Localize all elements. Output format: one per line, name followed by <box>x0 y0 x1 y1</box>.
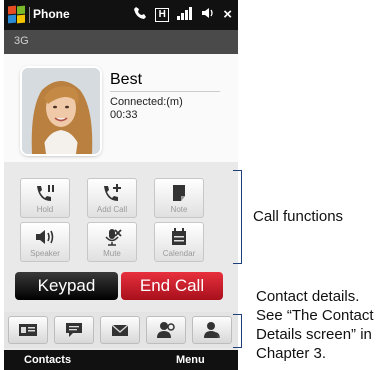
call-functions: Hold Add Call Note Speaker Mute Calendar <box>4 168 238 268</box>
signal-icon <box>177 6 193 24</box>
phone-call-icon <box>133 6 147 24</box>
contact-person-icon <box>204 322 220 339</box>
calendar-icon <box>172 228 186 245</box>
speaker-icon <box>36 230 54 244</box>
details-annotation-line2: See “The Contact <box>256 307 374 324</box>
network-type: 3G <box>14 35 29 47</box>
details-annotation-line3: Details screen” in <box>256 326 372 343</box>
add-call-label: Add Call <box>96 205 128 214</box>
message-button[interactable] <box>54 316 94 344</box>
details-annotation: Contact details. See “The Contact Detail… <box>256 287 374 363</box>
call-status: Connected:(m) 00:33 <box>110 96 183 122</box>
close-icon[interactable]: × <box>223 7 232 23</box>
volume-icon <box>201 6 215 24</box>
details-bracket <box>233 314 242 348</box>
mute-button[interactable]: Mute <box>87 222 137 262</box>
add-call-button[interactable]: Add Call <box>87 178 137 218</box>
hold-label: Hold <box>36 205 54 214</box>
call-status-text: Connected:(m) <box>110 96 183 108</box>
title-bar: Phone H × <box>4 0 238 30</box>
add-call-icon <box>104 184 121 201</box>
end-call-button[interactable]: End Call <box>121 272 223 300</box>
speaker-label: Speaker <box>30 249 60 258</box>
caller-divider <box>110 91 220 92</box>
keypad-button[interactable]: Keypad <box>15 272 118 300</box>
calendar-label: Calendar <box>162 249 196 258</box>
contact-card-icon <box>19 324 37 336</box>
softkey-bar: Contacts Menu <box>4 350 238 370</box>
speaker-button[interactable]: Speaker <box>20 222 70 262</box>
status-icons[interactable]: H × <box>133 6 232 24</box>
note-label: Note <box>170 205 188 214</box>
contact-search-button[interactable] <box>146 316 186 344</box>
calendar-button[interactable]: Calendar <box>154 222 204 262</box>
h-data-icon: H <box>155 8 170 22</box>
email-button[interactable] <box>100 316 140 344</box>
contact-search-icon <box>157 322 175 338</box>
details-annotation-line1: Contact details. <box>256 288 360 305</box>
functions-bracket <box>233 170 242 264</box>
note-icon <box>173 185 185 201</box>
hold-button[interactable]: Hold <box>20 178 70 218</box>
caller-name: Best <box>110 71 143 88</box>
phone-screen: Phone H × 3G Best Connected:(m) 00:33 Ho… <box>4 0 238 370</box>
contact-card-button[interactable] <box>8 316 48 344</box>
menu-softkey[interactable]: Menu <box>176 354 205 366</box>
title-divider <box>29 7 30 23</box>
message-icon <box>66 323 82 337</box>
email-icon <box>111 324 129 336</box>
windows-logo-icon[interactable] <box>8 5 26 24</box>
contacts-softkey[interactable]: Contacts <box>24 354 71 366</box>
caller-photo <box>22 68 100 154</box>
hold-icon <box>37 185 54 201</box>
functions-annotation: Call functions <box>253 208 344 225</box>
contact-details-bar <box>4 312 238 348</box>
mute-icon <box>105 229 122 246</box>
app-title: Phone <box>33 7 70 21</box>
call-duration: 00:33 <box>110 109 138 121</box>
note-button[interactable]: Note <box>154 178 204 218</box>
mute-label: Mute <box>103 249 121 258</box>
details-annotation-line4: Chapter 3. <box>256 345 327 362</box>
network-bar: 3G <box>4 30 238 54</box>
contact-person-button[interactable] <box>192 316 232 344</box>
caller-card: Best Connected:(m) 00:33 <box>4 54 238 162</box>
